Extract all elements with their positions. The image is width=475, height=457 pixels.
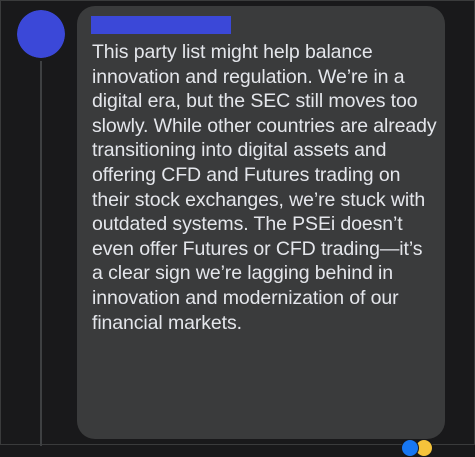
reaction-summary[interactable] (401, 439, 441, 457)
comment-bubble: This party list might help balance innov… (77, 6, 445, 439)
author-name-redacted[interactable] (91, 16, 231, 34)
comment-text: This party list might help balance innov… (92, 41, 437, 334)
comment-panel: This party list might help balance innov… (0, 0, 475, 457)
user-avatar-icon (17, 10, 65, 58)
avatar[interactable] (17, 10, 65, 58)
reply-thread-line (40, 61, 42, 446)
like-reaction-icon (401, 439, 419, 457)
